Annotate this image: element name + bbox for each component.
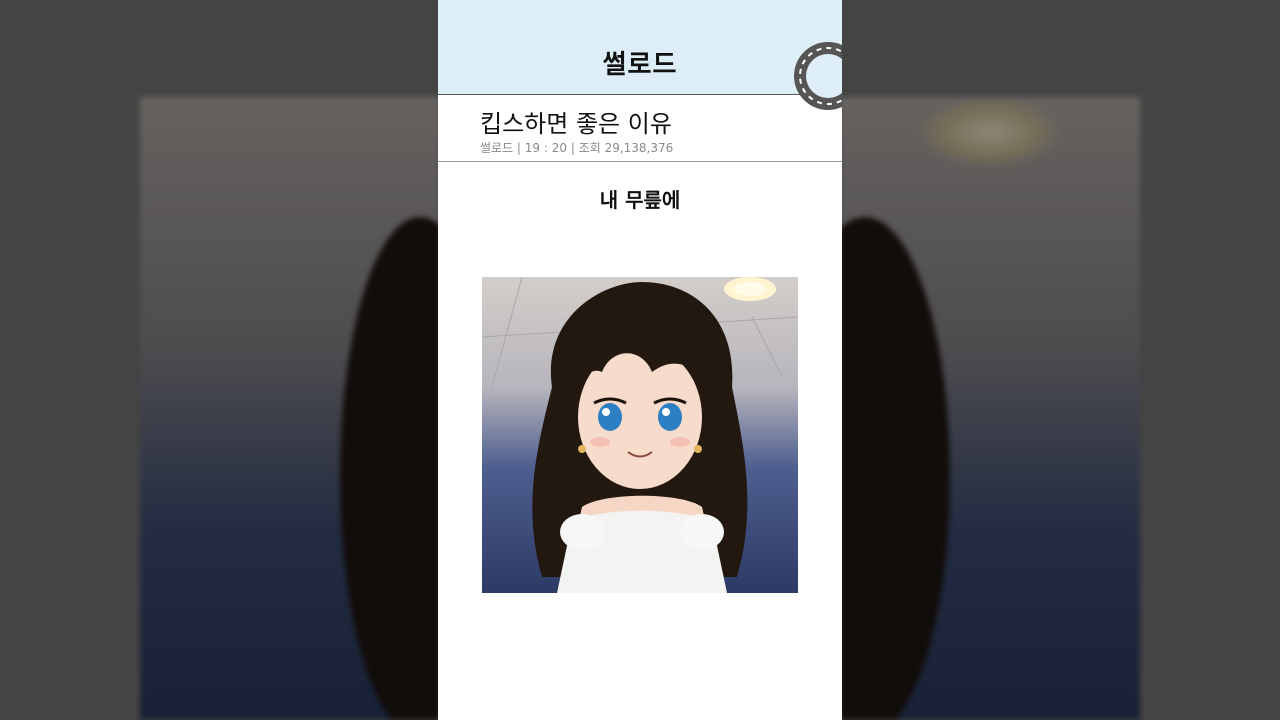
illustration-girl-image (482, 277, 798, 593)
post-screen: 썰로드 킵스하면 좋은 이유 썰로드 | 19 : 20 | 조회 29,138… (438, 0, 842, 720)
backdrop-right (840, 97, 1140, 720)
post-meta: 썰로드 | 19 : 20 | 조회 29,138,376 (480, 141, 674, 155)
brand-logo[interactable]: 썰로드 (438, 44, 842, 81)
post-title: 킵스하면 좋은 이유 (480, 110, 672, 138)
app-header: 썰로드 (438, 0, 842, 110)
post-caption: 내 무릎에 (599, 188, 681, 212)
backdrop-left (140, 97, 440, 720)
divider (438, 161, 842, 162)
road-icon (794, 42, 842, 110)
